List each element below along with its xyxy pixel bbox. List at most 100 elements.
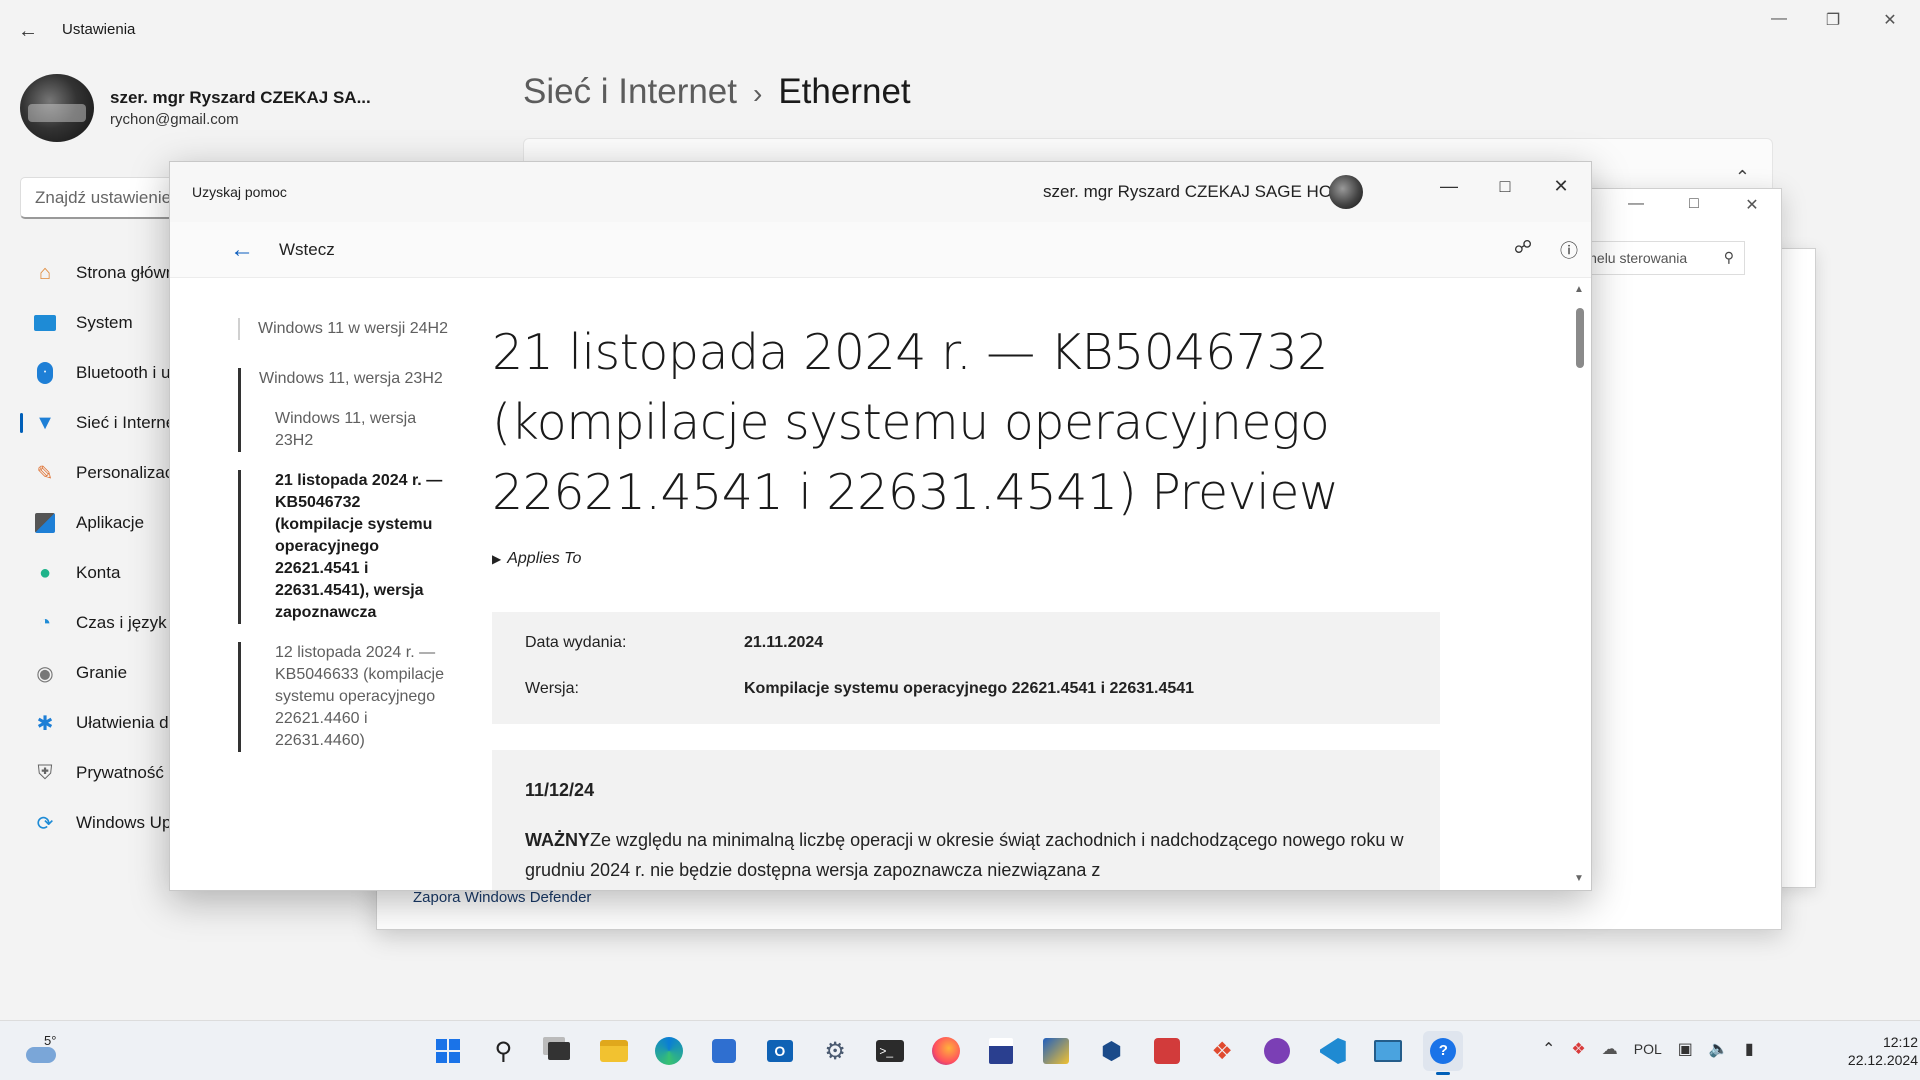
minimize-button[interactable]: — <box>1433 176 1465 197</box>
breadcrumb: Sieć i Internet › Ethernet <box>523 72 911 112</box>
language-indicator[interactable]: POL <box>1634 1041 1662 1057</box>
restore-button[interactable]: ❐ <box>1818 10 1848 30</box>
git-icon[interactable]: ❖ <box>1202 1031 1242 1071</box>
remote-icon[interactable] <box>1368 1031 1408 1071</box>
breadcrumb-separator: › <box>753 78 763 109</box>
scrollbar[interactable]: ▲ ▼ <box>1574 284 1585 884</box>
network-icon[interactable]: ▣ <box>1678 1039 1693 1059</box>
terminal-icon[interactable]: >_ <box>870 1031 910 1071</box>
close-button[interactable]: ✕ <box>1737 195 1767 215</box>
volume-icon[interactable]: 🔈 <box>1709 1039 1729 1059</box>
version-label: Wersja: <box>525 680 579 697</box>
search-icon[interactable]: ⚲ <box>483 1031 523 1071</box>
article: 21 listopada 2024 r. — KB5046732 (kompil… <box>492 318 1442 890</box>
chevron-up-icon[interactable]: ⌃ <box>1735 167 1750 188</box>
weather-temp: 5° <box>44 1033 57 1048</box>
scroll-up-icon[interactable]: ▲ <box>1574 284 1584 295</box>
scroll-thumb[interactable] <box>1576 308 1584 368</box>
battery-icon[interactable]: ▮ <box>1745 1039 1754 1059</box>
scroll-down-icon[interactable]: ▼ <box>1574 873 1584 884</box>
settings-icon[interactable]: ⚙ <box>815 1031 855 1071</box>
toc-subitem[interactable]: 12 listopada 2024 r. — KB5046633 (kompil… <box>238 642 448 752</box>
shield-icon: ⛨ <box>37 761 53 784</box>
note-text: WAŻNYZe względu na minimalną liczbę oper… <box>525 825 1407 885</box>
weather-widget[interactable]: 5° <box>22 1033 62 1069</box>
applies-to-label: Applies To <box>507 550 582 567</box>
dev-tool-icon[interactable] <box>1036 1031 1076 1071</box>
toc-subitem[interactable]: Windows 11, wersja 23H2 <box>238 408 448 452</box>
taskbar: 5° ⚲ O ⚙ >_ ⬢ ❖ ? ⌃ ❖ ☁ POL ▣ 🔈 ▮ 12:12 … <box>0 1020 1920 1080</box>
wifi-icon: ▼ <box>35 411 55 434</box>
chevron-up-icon[interactable]: ⌃ <box>1542 1039 1555 1059</box>
firewall-link[interactable]: Zapora Windows Defender <box>413 889 591 906</box>
release-date-value: 21.11.2024 <box>744 634 824 651</box>
cloud-icon <box>26 1047 56 1063</box>
article-title: 21 listopada 2024 r. — KB5046732 (kompil… <box>492 324 1339 521</box>
minimize-button[interactable]: — <box>1764 10 1794 30</box>
release-info-box: Data wydania: 21.11.2024 Wersja: Kompila… <box>492 612 1440 724</box>
minimize-button[interactable]: — <box>1621 195 1651 213</box>
toc-item[interactable]: Windows 11, wersja 23H2 <box>238 368 448 408</box>
system-icon <box>32 310 58 336</box>
applies-to-toggle[interactable]: ▶ Applies To <box>492 550 1442 568</box>
save-disk-icon[interactable] <box>981 1031 1021 1071</box>
task-view-icon[interactable] <box>539 1031 579 1071</box>
outlook-icon[interactable]: O <box>760 1031 800 1071</box>
profile-email: rychon@gmail.com <box>110 111 239 128</box>
update-icon: ⟳ <box>36 812 54 835</box>
maximize-button[interactable]: □ <box>1679 195 1709 213</box>
back-arrow-icon[interactable]: ← <box>230 236 254 264</box>
contact-support-icon[interactable]: ☍ <box>1510 237 1536 263</box>
vscode-icon[interactable] <box>1313 1031 1353 1071</box>
get-help-icon[interactable]: ? <box>1423 1031 1464 1075</box>
help-window-title: Uzyskaj pomoc <box>192 184 287 200</box>
taskbar-apps: ⚲ O ⚙ >_ ⬢ ❖ ? <box>428 1031 1479 1075</box>
avatar[interactable] <box>20 74 94 142</box>
media-icon[interactable] <box>1147 1031 1187 1071</box>
github-icon[interactable] <box>1257 1031 1297 1071</box>
maximize-button[interactable]: □ <box>1489 176 1521 197</box>
nav-item-label: Granie <box>76 663 128 682</box>
version-value: Kompilacje systemu operacyjnego 22621.45… <box>744 680 1195 697</box>
close-button[interactable]: ✕ <box>1545 176 1577 197</box>
expand-triangle-icon: ▶ <box>492 552 502 566</box>
account-icon: ● <box>38 561 52 584</box>
note-box: 11/12/24 WAŻNYZe względu na minimalną li… <box>492 750 1440 890</box>
dropbox-icon[interactable]: ❖ <box>1571 1039 1585 1059</box>
help-titlebar: Uzyskaj pomoc szer. mgr Ryszard CZEKAJ S… <box>170 162 1591 222</box>
onedrive-icon[interactable]: ☁ <box>1602 1039 1618 1059</box>
system-tray: ⌃ ❖ ☁ POL ▣ 🔈 ▮ <box>1542 1039 1770 1059</box>
back-button[interactable]: Wstecz <box>279 240 335 260</box>
nav-item-label: Aplikacje <box>76 513 145 532</box>
help-user-name: szer. mgr Ryszard CZEKAJ SAGE HO <box>1043 182 1333 201</box>
settings-titlebar: ← Ustawienia — ❐ ✕ <box>0 0 1920 60</box>
control-panel-search-input[interactable]: Panelu sterowania ⚲ <box>1565 241 1745 275</box>
info-icon[interactable]: ⓘ <box>1556 237 1582 263</box>
clock[interactable]: 12:12 22.12.2024 <box>1818 1033 1918 1069</box>
clock-date: 22.12.2024 <box>1847 1052 1918 1068</box>
start-icon[interactable] <box>428 1031 468 1071</box>
breadcrumb-parent[interactable]: Sieć i Internet <box>523 72 737 111</box>
note-important-label: WAŻNY <box>525 830 590 850</box>
avatar[interactable] <box>1329 175 1363 209</box>
globe-icon: ◔ <box>38 611 52 634</box>
note-body: Ze względu na minimalną liczbę operacji … <box>525 830 1404 880</box>
nav-item-label: Czas i język <box>76 613 167 632</box>
close-button[interactable]: ✕ <box>1875 10 1905 30</box>
clock-time: 12:12 <box>1882 1034 1918 1050</box>
toc-item[interactable]: Windows 11 w wersji 24H2 <box>238 318 448 340</box>
edge-icon[interactable] <box>649 1031 689 1071</box>
virtualbox-icon[interactable]: ⬢ <box>1092 1031 1132 1071</box>
store-icon[interactable] <box>704 1031 744 1071</box>
search-icon: ⚲ <box>1723 249 1734 265</box>
home-icon: ⌂ <box>38 261 52 284</box>
release-date-label: Data wydania: <box>525 634 627 651</box>
toc-subitem-current[interactable]: 21 listopada 2024 r. — KB5046732 (kompil… <box>238 470 448 624</box>
file-explorer-icon[interactable] <box>594 1031 634 1071</box>
brush-icon: ✎ <box>36 462 54 485</box>
accessibility-icon: ✱ <box>36 712 54 735</box>
apps-icon <box>32 510 58 536</box>
back-arrow-icon[interactable]: ← <box>18 20 42 42</box>
gamepad-icon: ◉ <box>36 662 54 685</box>
firefox-icon[interactable] <box>926 1031 966 1071</box>
